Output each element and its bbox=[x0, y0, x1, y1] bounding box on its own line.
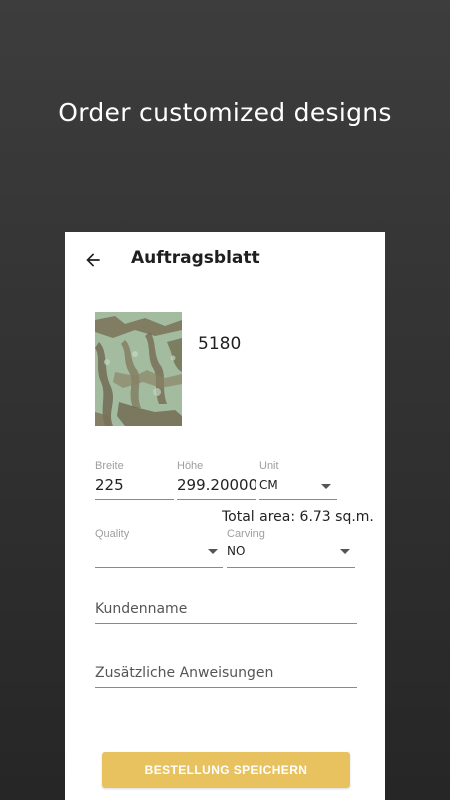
app-bar: Auftragsblatt bbox=[65, 232, 385, 286]
arrow-left-icon bbox=[86, 253, 100, 267]
quality-select[interactable]: Quality bbox=[95, 528, 223, 568]
carving-select[interactable]: Carving NO bbox=[227, 528, 355, 568]
instructions-input[interactable]: Zusätzliche Anweisungen bbox=[95, 665, 357, 689]
caret-down-icon bbox=[321, 484, 331, 489]
design-number: 5180 bbox=[198, 334, 242, 354]
width-label: Breite bbox=[95, 460, 124, 472]
customer-name-input[interactable]: Kundenname bbox=[95, 601, 357, 625]
height-value: 299.2000000 bbox=[177, 476, 256, 494]
unit-underline bbox=[259, 499, 337, 500]
instructions-placeholder: Zusätzliche Anweisungen bbox=[95, 665, 274, 681]
unit-select[interactable]: Unit CM bbox=[259, 460, 337, 500]
width-value: 225 bbox=[95, 476, 124, 494]
back-button[interactable] bbox=[79, 246, 107, 274]
total-area-text: Total area: 6.73 sq.m. bbox=[222, 509, 374, 525]
height-field[interactable]: Höhe 299.2000000 bbox=[177, 460, 256, 500]
width-underline bbox=[95, 499, 174, 500]
promo-headline: Order customized designs bbox=[58, 98, 392, 127]
carving-value: NO bbox=[227, 544, 246, 558]
quality-label: Quality bbox=[95, 528, 130, 540]
customer-name-placeholder: Kundenname bbox=[95, 601, 188, 617]
phone-screen: Auftragsblatt 5180 Breite 225 Höhe 299.2… bbox=[65, 232, 385, 800]
instructions-underline bbox=[95, 687, 357, 688]
carving-label: Carving bbox=[227, 528, 265, 540]
page-title: Auftragsblatt bbox=[131, 248, 260, 268]
customer-name-underline bbox=[95, 623, 357, 624]
width-field[interactable]: Breite 225 bbox=[95, 460, 174, 500]
unit-value: CM bbox=[259, 478, 278, 492]
unit-label: Unit bbox=[259, 460, 279, 472]
quality-underline bbox=[95, 567, 223, 568]
rug-pattern-image bbox=[95, 312, 182, 426]
save-order-button[interactable]: BESTELLUNG SPEICHERN bbox=[102, 752, 350, 788]
design-thumbnail[interactable] bbox=[95, 312, 182, 426]
caret-down-icon bbox=[208, 549, 218, 554]
carving-underline bbox=[227, 567, 355, 568]
caret-down-icon bbox=[340, 549, 350, 554]
height-label: Höhe bbox=[177, 460, 204, 472]
height-underline bbox=[177, 499, 256, 500]
